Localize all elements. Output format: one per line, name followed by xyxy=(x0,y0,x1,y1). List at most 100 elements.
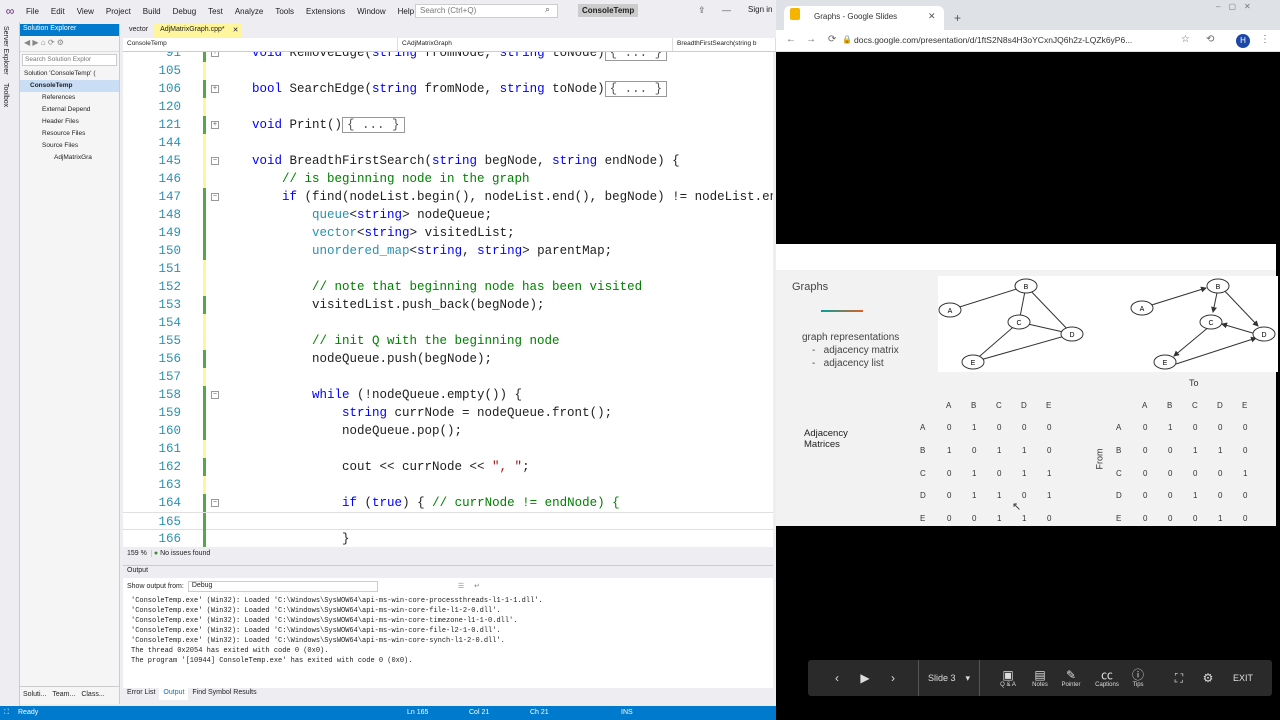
code-line[interactable]: 155 // init Q with the beginning node xyxy=(123,332,773,350)
forward-arrow-icon[interactable]: → xyxy=(806,34,816,45)
collapse-icon[interactable]: − xyxy=(211,391,219,399)
reload-icon[interactable]: ⟳ xyxy=(828,34,836,45)
code-line[interactable]: 163 xyxy=(123,476,773,494)
code-line[interactable]: 161 xyxy=(123,440,773,458)
chrome-menu-icon[interactable]: ⋮ xyxy=(1260,34,1270,45)
tree-header-files[interactable]: Header Files xyxy=(20,116,119,128)
notes-button[interactable]: ▤ Notes xyxy=(1028,660,1052,696)
solution-search-input[interactable]: Search Solution Explor xyxy=(22,54,117,66)
tree-references[interactable]: References xyxy=(20,92,119,104)
close-tab-icon[interactable]: ✕ xyxy=(230,24,241,38)
toolbox-tab[interactable]: Toolbox xyxy=(0,79,11,111)
collapse-icon[interactable]: − xyxy=(211,157,219,165)
slide-selector[interactable]: Slide 3 ▾ xyxy=(918,660,980,696)
qa-button[interactable]: ▣ Q & A xyxy=(996,660,1020,696)
fullscreen-button[interactable]: ⛶ xyxy=(1172,660,1186,696)
code-line[interactable]: 166 } xyxy=(123,530,773,547)
menu-test[interactable]: Test xyxy=(202,7,229,16)
tree-source-files[interactable]: Source Files xyxy=(20,140,119,152)
clear-all-icon[interactable]: ☰ xyxy=(458,582,464,590)
code-line[interactable]: 146 // is beginning node in the graph xyxy=(123,170,773,188)
collapse-icon[interactable]: − xyxy=(211,193,219,201)
collapse-icon[interactable]: − xyxy=(211,499,219,507)
code-line[interactable]: 150 unordered_map<string, string> parent… xyxy=(123,242,773,260)
code-line[interactable]: 157 xyxy=(123,368,773,386)
code-line[interactable]: 105 xyxy=(123,62,773,80)
tree-solution[interactable]: Solution 'ConsoleTemp' ( xyxy=(20,68,119,80)
menu-extensions[interactable]: Extensions xyxy=(300,7,351,16)
menu-tools[interactable]: Tools xyxy=(269,7,300,16)
tree-external-dependencies[interactable]: External Depend xyxy=(20,104,119,116)
vs-search-input[interactable]: Search (Ctrl+Q) xyxy=(415,4,558,18)
previous-slide-button[interactable]: ‹ xyxy=(830,660,844,696)
member-dropdown[interactable]: BreadthFirstSearch(string b xyxy=(673,38,776,51)
tab-adjmatrixgraph[interactable]: AdjMatrixGraph.cpp* xyxy=(154,24,231,38)
zoom-level[interactable]: 159 % xyxy=(123,549,152,557)
code-line[interactable]: 148 queue<string> nodeQueue; xyxy=(123,206,773,224)
settings-icon[interactable]: ⚙ xyxy=(57,38,64,47)
code-line[interactable]: 156 nodeQueue.push(begNode); xyxy=(123,350,773,368)
new-tab-icon[interactable]: + xyxy=(954,11,961,25)
output-source-select[interactable]: Debug xyxy=(187,580,378,592)
tab-error-list[interactable]: Error List xyxy=(123,688,159,700)
code-line[interactable]: 151 xyxy=(123,260,773,278)
code-line[interactable]: 159 string currNode = nodeQueue.front(); xyxy=(123,404,773,422)
server-explorer-tab[interactable]: Server Explorer xyxy=(0,22,11,79)
code-line[interactable]: 160 nodeQueue.pop(); xyxy=(123,422,773,440)
menu-window[interactable]: Window xyxy=(351,7,391,16)
tab-class-view[interactable]: Class... xyxy=(78,687,107,704)
word-wrap-icon[interactable]: ↵ xyxy=(474,582,480,590)
code-line[interactable]: 91 + void RemoveEdge(string fromNode, stri… xyxy=(123,52,773,62)
tab-team-explorer[interactable]: Team... xyxy=(49,687,78,704)
sign-in-link[interactable]: Sign in xyxy=(748,5,772,14)
menu-view[interactable]: View xyxy=(71,7,100,16)
window-controls[interactable]: –▢✕ xyxy=(1216,2,1259,11)
tree-adjmatrixgraph[interactable]: AdjMatrixGra xyxy=(20,152,119,164)
extension-icon[interactable]: ⟲ xyxy=(1206,34,1214,45)
issues-status[interactable]: No issues found xyxy=(160,550,210,557)
code-line[interactable]: 164 − if (true) { // currNode != endNode)… xyxy=(123,494,773,512)
minimize-icon[interactable]: — xyxy=(722,5,731,15)
tree-resource-files[interactable]: Resource Files xyxy=(20,128,119,140)
tree-project[interactable]: ConsoleTemp xyxy=(20,80,119,92)
home-icon[interactable]: ⌂ xyxy=(41,38,46,47)
code-line[interactable]: 120 xyxy=(123,98,773,116)
code-line[interactable]: 147 − if (find(nodeList.begin(), nodeList… xyxy=(123,188,773,206)
tips-button[interactable]: ⓘ Tips xyxy=(1128,660,1148,696)
code-line[interactable]: 106 + bool SearchEdge(string fromNode, str… xyxy=(123,80,773,98)
code-line[interactable]: 162 cout << currNode << ", "; xyxy=(123,458,773,476)
back-icon[interactable]: ◀ xyxy=(24,38,30,47)
code-line[interactable]: 158 − while (!nodeQueue.empty()) { xyxy=(123,386,773,404)
live-share-icon[interactable]: ⇪ xyxy=(698,5,706,16)
code-line[interactable]: 154 xyxy=(123,314,773,332)
menu-file[interactable]: File xyxy=(20,7,45,16)
menu-project[interactable]: Project xyxy=(100,7,137,16)
code-line[interactable]: 145 − void BreadthFirstSearch(string begNo… xyxy=(123,152,773,170)
bookmark-star-icon[interactable]: ☆ xyxy=(1181,34,1190,45)
code-line[interactable]: 121 + void Print(){ ... } xyxy=(123,116,773,134)
settings-button[interactable]: ⚙ xyxy=(1200,660,1216,696)
menu-edit[interactable]: Edit xyxy=(45,7,71,16)
play-button[interactable]: ▶ xyxy=(858,660,872,696)
code-line[interactable]: 144 xyxy=(123,134,773,152)
project-dropdown[interactable]: ConsoleTemp xyxy=(123,38,398,51)
forward-icon[interactable]: ▶ xyxy=(32,38,38,47)
sync-icon[interactable]: ⟳ xyxy=(48,38,55,47)
tab-vector[interactable]: vector xyxy=(123,24,154,38)
code-editor[interactable]: 91 + void RemoveEdge(string fromNode, stri… xyxy=(123,52,773,547)
menu-analyze[interactable]: Analyze xyxy=(229,7,269,16)
expand-icon[interactable]: + xyxy=(211,52,219,57)
back-arrow-icon[interactable]: ← xyxy=(786,34,796,45)
profile-avatar[interactable]: H xyxy=(1236,34,1250,48)
tab-find-symbol-results[interactable]: Find Symbol Results xyxy=(188,688,260,700)
menu-debug[interactable]: Debug xyxy=(167,7,203,16)
exit-button[interactable]: EXIT xyxy=(1228,660,1258,696)
pointer-button[interactable]: ✎ Pointer xyxy=(1058,660,1084,696)
next-slide-button[interactable]: › xyxy=(886,660,900,696)
expand-icon[interactable]: + xyxy=(211,121,219,129)
tab-solution-explorer[interactable]: Soluti... xyxy=(20,687,49,704)
code-line[interactable]: 149 vector<string> visitedList; xyxy=(123,224,773,242)
captions-button[interactable]: ㏄ Captions xyxy=(1092,660,1122,696)
expand-icon[interactable]: + xyxy=(211,85,219,93)
code-line[interactable]: 153 visitedList.push_back(begNode); xyxy=(123,296,773,314)
